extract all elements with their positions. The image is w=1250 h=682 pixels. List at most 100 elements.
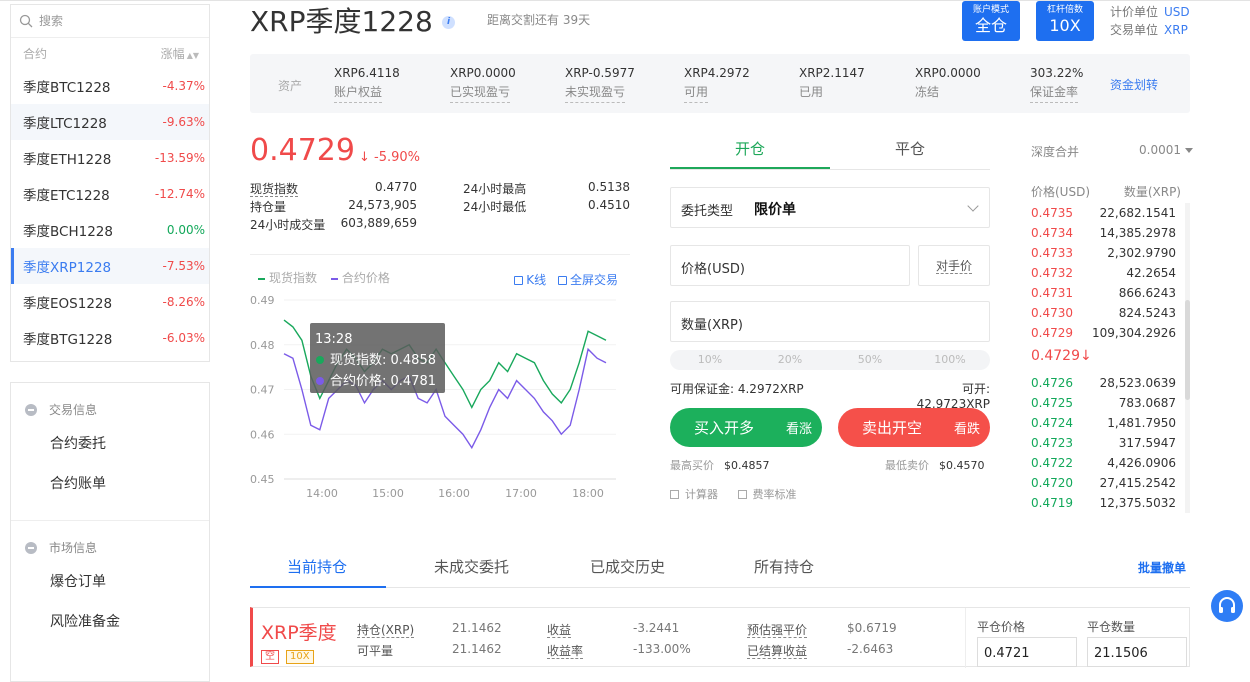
y-tick-label: 0.46 <box>250 428 275 441</box>
pct-20[interactable]: 20% <box>750 350 830 370</box>
info-icon[interactable]: i <box>442 16 455 29</box>
trade-unit-link[interactable]: XRP <box>1164 23 1188 37</box>
bid-row[interactable]: 0.4725 783.0687 <box>1031 393 1176 413</box>
tab-current-positions[interactable]: 当前持仓 <box>287 556 347 577</box>
order-type-select[interactable]: 委托类型 限价单 <box>670 187 990 228</box>
orderbook-scrollbar[interactable] <box>1185 203 1190 513</box>
coin-row[interactable]: 季度ETC1228 -12.74% <box>11 176 209 212</box>
menu-item-bills[interactable]: 合约账单 <box>11 464 209 504</box>
bid-row[interactable]: 0.4723 317.5947 <box>1031 433 1176 453</box>
calculator-link[interactable]: 计算器 <box>685 488 718 501</box>
tab-open[interactable]: 开仓 <box>670 132 830 169</box>
pos-pnl-label: 收益 <box>547 623 572 638</box>
ask-row[interactable]: 0.4733 2,302.9790 <box>1031 243 1176 263</box>
counterparty-price-button[interactable]: 对手价 <box>918 245 990 286</box>
high-value: 0.5138 <box>588 180 630 194</box>
account-mode-button[interactable]: 账户模式 全仓 <box>962 1 1020 41</box>
price-chart[interactable]: 0.49 0.48 0.47 0.46 0.45 14:00 15:00 16:00 17:00… <box>250 254 630 504</box>
coin-row[interactable]: 季度BCH1228 0.00% <box>11 212 209 248</box>
coin-row[interactable]: 季度BTC1228 -4.37% <box>11 68 209 104</box>
bid-row[interactable]: 0.4722 4,426.0906 <box>1031 453 1176 473</box>
kline-icon <box>514 276 524 285</box>
pos-settled-value: -2.6463 <box>847 642 894 656</box>
close-qty-input[interactable]: 21.1506 <box>1087 637 1187 667</box>
transfer-link[interactable]: 资金划转 <box>1110 76 1158 93</box>
coin-row[interactable]: 季度LTC1228 -9.63% <box>11 104 209 140</box>
tooltip-spot: 现货指数: 0.4858 <box>330 352 436 368</box>
ask-row[interactable]: 0.4732 42.2654 <box>1031 263 1176 283</box>
ob-price: 0.4730 <box>1031 306 1073 320</box>
tooltip-dot <box>316 356 324 364</box>
tab-all-positions[interactable]: 所有持仓 <box>754 556 814 577</box>
bid-row[interactable]: 0.4719 12,375.5032 <box>1031 493 1176 513</box>
menu-item-orders[interactable]: 合约委托 <box>11 424 209 464</box>
coin-change: -8.26% <box>162 295 205 309</box>
ask-row[interactable]: 0.4731 866.6243 <box>1031 283 1176 303</box>
asset-value: 303.22% <box>1030 66 1084 80</box>
ask-row[interactable]: 0.4734 14,385.2978 <box>1031 223 1176 243</box>
coin-change: 0.00% <box>166 223 205 237</box>
coin-row[interactable]: 季度XRP1228 -7.53% <box>11 248 209 284</box>
last-price: 0.4729 <box>250 133 355 168</box>
pos-qty-value: 21.1462 <box>452 621 502 635</box>
asset-value: XRP0.0000 <box>450 66 516 80</box>
chevron-down-icon <box>967 200 979 212</box>
asset-label: 账户权益 <box>334 83 383 103</box>
ob-qty: 824.5243 <box>1118 306 1176 320</box>
fullscreen-link[interactable]: 全屏交易 <box>570 273 618 287</box>
ob-qty: 109,304.2926 <box>1092 326 1176 340</box>
legend-swatch-spot <box>258 277 265 280</box>
tab-order-history[interactable]: 已成交历史 <box>590 556 665 577</box>
bid-row[interactable]: 0.4724 1,481.7950 <box>1031 413 1176 433</box>
kline-link[interactable]: K线 <box>526 273 546 287</box>
pct-10[interactable]: 10% <box>670 350 750 370</box>
open-interest-label: 持仓量 <box>250 200 287 214</box>
coin-row[interactable]: 季度ETH1228 -13.59% <box>11 140 209 176</box>
depth-precision-select[interactable]: 0.0001 <box>1139 143 1193 157</box>
bid-row[interactable]: 0.4726 28,523.0639 <box>1031 373 1176 393</box>
price-unit-link[interactable]: USD <box>1164 5 1190 19</box>
buy-long-button[interactable]: 买入开多 看涨 <box>670 408 822 447</box>
col-change[interactable]: 涨幅 ▲▼ <box>161 45 199 62</box>
fee-link[interactable]: 费率标准 <box>753 488 797 501</box>
quantity-input[interactable]: 数量(XRP) <box>670 301 990 342</box>
scrollbar-thumb[interactable] <box>1185 300 1190 400</box>
asset-item: 303.22% 保证金率 <box>1030 66 1083 103</box>
y-tick-label: 0.48 <box>250 339 275 352</box>
ask-row[interactable]: 0.4729 109,304.2926 <box>1031 323 1176 343</box>
bid-row[interactable]: 0.4720 27,415.2542 <box>1031 473 1176 493</box>
close-price-input[interactable]: 0.4721 <box>977 637 1077 667</box>
coin-change: -6.03% <box>162 331 205 345</box>
ask-row[interactable]: 0.4735 22,682.1541 <box>1031 203 1176 223</box>
chart-legend: 现货指数 合约价格 <box>258 269 390 286</box>
sell-short-button[interactable]: 卖出开空 看跌 <box>838 408 990 447</box>
ask-row[interactable]: 0.4730 824.5243 <box>1031 303 1176 323</box>
menu-item-insurance-fund[interactable]: 风险准备金 <box>11 602 209 642</box>
search-input[interactable] <box>39 14 199 28</box>
pct-100[interactable]: 100% <box>910 350 990 370</box>
calculator-icon <box>670 490 679 499</box>
pct-50[interactable]: 50% <box>830 350 910 370</box>
menu-item-liquidations[interactable]: 爆仓订单 <box>11 562 209 602</box>
asset-value: XRP-0.5977 <box>565 66 635 80</box>
col-price: 价格(USD) <box>1031 185 1091 199</box>
x-tick-label: 18:00 <box>572 487 604 500</box>
coin-row[interactable]: 季度EOS1228 -8.26% <box>11 284 209 320</box>
percentage-slider[interactable]: 10% 20% 50% 100% <box>670 350 990 370</box>
asks-list: 0.4735 22,682.1541 0.4734 14,385.2978 0.4733… <box>1031 203 1176 343</box>
price-input[interactable]: 价格(USD) <box>670 245 910 286</box>
leverage-button[interactable]: 杠杆倍数 10X <box>1036 1 1094 41</box>
low-label: 24小时最低 <box>463 200 527 214</box>
tooltip-contract: 合约价格: 0.4781 <box>330 373 436 389</box>
tab-open-orders[interactable]: 未成交委托 <box>434 556 509 577</box>
x-tick-label: 14:00 <box>306 487 338 500</box>
pos-closable-label: 可平量 <box>357 644 394 658</box>
spot-index-value: 0.4770 <box>375 180 417 194</box>
support-chat-button[interactable] <box>1211 590 1243 622</box>
asset-item: XRP0.0000 冻结 <box>915 66 981 102</box>
tab-close[interactable]: 平仓 <box>830 132 990 169</box>
coin-row[interactable]: 季度BTG1228 -6.03% <box>11 320 209 356</box>
batch-cancel-button[interactable]: 批量撤单 <box>1138 559 1186 576</box>
coin-name: 季度EOS1228 <box>23 296 113 312</box>
orderbook-header: 价格(USD) 数量(XRP) <box>1031 183 1181 200</box>
